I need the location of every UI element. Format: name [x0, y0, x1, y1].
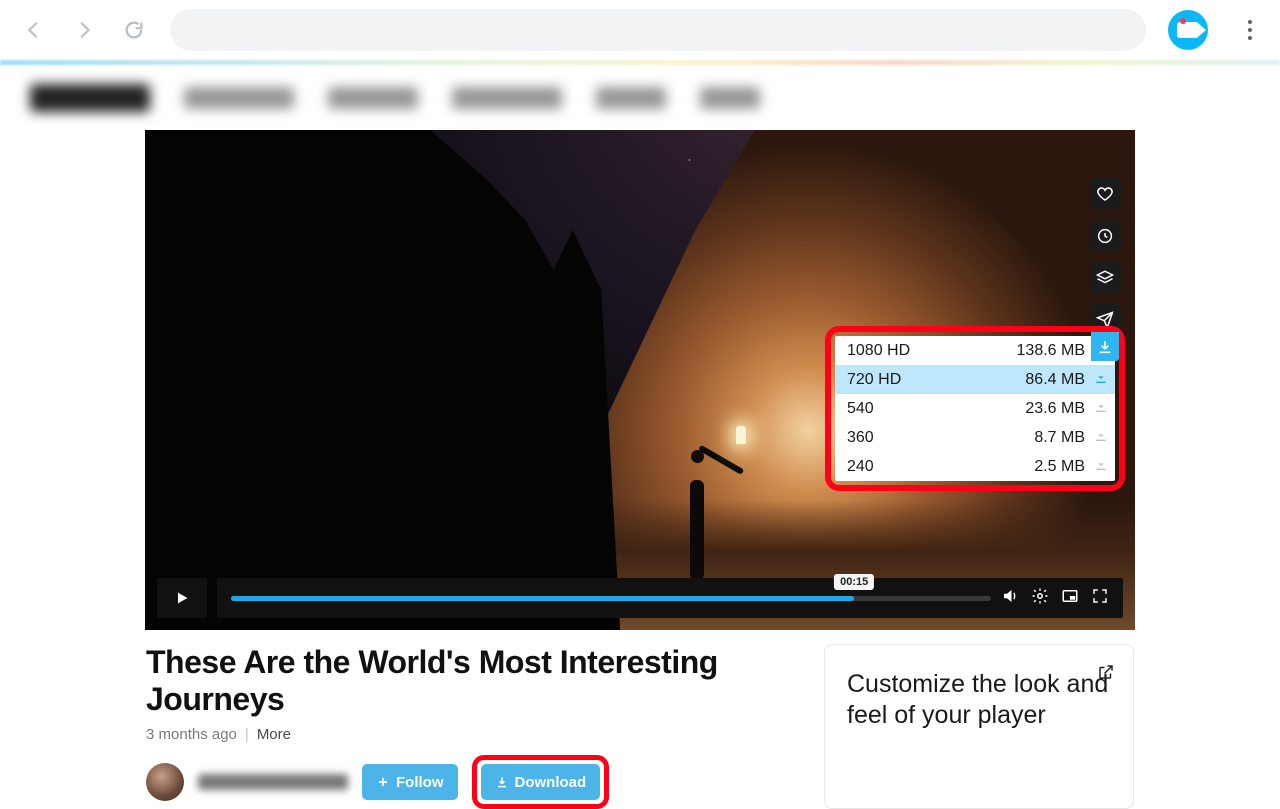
promo-text: Customize the look and feel of your play…: [847, 669, 1111, 732]
settings-button[interactable]: [1031, 587, 1049, 610]
download-option[interactable]: 2402.5 MB: [835, 452, 1115, 481]
address-bar[interactable]: [170, 9, 1146, 51]
author-name[interactable]: [198, 774, 348, 790]
browser-menu-button[interactable]: [1240, 20, 1260, 40]
posted-time: 3 months ago: [146, 726, 237, 743]
external-link-icon: [1097, 663, 1115, 686]
download-label: Download: [515, 774, 587, 791]
reload-button[interactable]: [120, 16, 148, 44]
download-menu-toggle[interactable]: [1091, 332, 1119, 361]
follow-button[interactable]: Follow: [362, 764, 458, 800]
back-button[interactable]: [20, 16, 48, 44]
download-arrow-icon: [1093, 369, 1109, 390]
forward-button[interactable]: [70, 16, 98, 44]
player-controls: 00:15: [157, 578, 1123, 618]
size-label: 86.4 MB: [1025, 371, 1085, 389]
video-player[interactable]: 1080 HD138.6 MB720 HD86.4 MB54023.6 MB36…: [145, 130, 1135, 630]
quality-label: 360: [847, 429, 1034, 447]
download-quality-menu: 1080 HD138.6 MB720 HD86.4 MB54023.6 MB36…: [835, 336, 1115, 481]
size-label: 8.7 MB: [1034, 429, 1085, 447]
more-link[interactable]: More: [257, 726, 291, 743]
site-logo[interactable]: [30, 84, 150, 112]
download-arrow-icon: [1093, 427, 1109, 448]
fullscreen-button[interactable]: [1091, 587, 1109, 610]
quality-label: 240: [847, 458, 1034, 476]
download-arrow-icon: [1093, 456, 1109, 477]
extension-record-icon[interactable]: [1168, 10, 1208, 50]
progress-bar[interactable]: 00:15: [217, 578, 1123, 618]
download-option[interactable]: 1080 HD138.6 MB: [835, 336, 1115, 365]
nav-item[interactable]: [452, 87, 562, 109]
site-nav: [0, 65, 1280, 130]
download-arrow-icon: [1093, 398, 1109, 419]
size-label: 2.5 MB: [1034, 458, 1085, 476]
pip-button[interactable]: [1061, 587, 1079, 610]
nav-item[interactable]: [596, 87, 666, 109]
author-avatar[interactable]: [146, 763, 184, 801]
play-button[interactable]: [157, 578, 207, 618]
download-button-highlight: Download: [472, 755, 610, 809]
promo-card[interactable]: Customize the look and feel of your play…: [824, 644, 1134, 809]
follow-label: Follow: [396, 774, 444, 791]
download-option[interactable]: 720 HD86.4 MB: [835, 365, 1115, 394]
download-option[interactable]: 54023.6 MB: [835, 394, 1115, 423]
video-action-rail: [1089, 178, 1121, 336]
download-option[interactable]: 3608.7 MB: [835, 423, 1115, 452]
video-title: These Are the World's Most Interesting J…: [146, 644, 800, 718]
collections-button[interactable]: [1089, 262, 1121, 294]
watch-later-button[interactable]: [1089, 220, 1121, 252]
size-label: 138.6 MB: [1017, 342, 1085, 360]
nav-item[interactable]: [328, 87, 418, 109]
quality-label: 1080 HD: [847, 342, 1017, 360]
video-subline: 3 months ago|More: [146, 726, 800, 743]
nav-item[interactable]: [700, 87, 760, 109]
download-menu-highlight: 1080 HD138.6 MB720 HD86.4 MB54023.6 MB36…: [825, 326, 1125, 491]
quality-label: 720 HD: [847, 371, 1025, 389]
size-label: 23.6 MB: [1025, 400, 1085, 418]
quality-label: 540: [847, 400, 1025, 418]
like-button[interactable]: [1089, 178, 1121, 210]
download-button[interactable]: Download: [481, 764, 601, 800]
browser-toolbar: [0, 0, 1280, 60]
time-tooltip: 00:15: [834, 574, 874, 590]
volume-button[interactable]: [1001, 587, 1019, 610]
nav-item[interactable]: [184, 87, 294, 109]
